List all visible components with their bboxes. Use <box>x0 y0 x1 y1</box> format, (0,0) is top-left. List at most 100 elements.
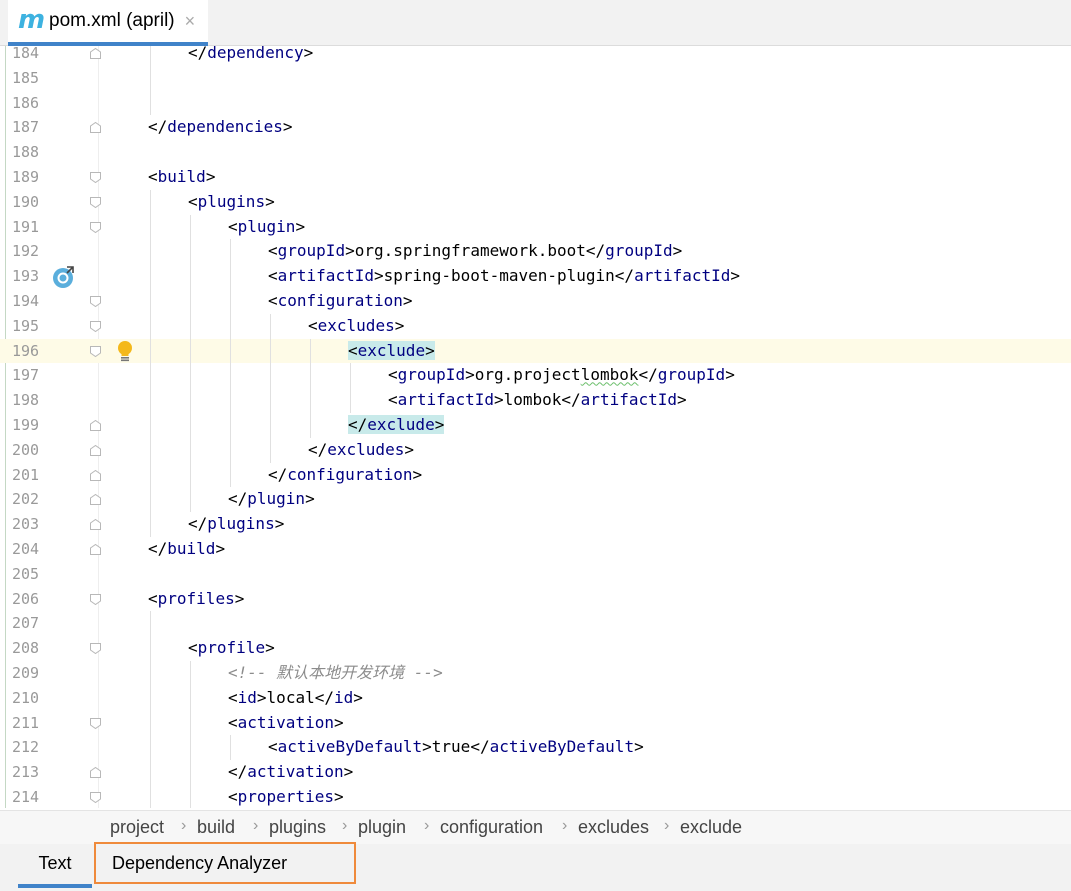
line-number: 208 <box>12 639 40 658</box>
xml-punctuation: > <box>345 241 355 261</box>
code-line[interactable]: 199 </exclude> <box>0 413 1071 438</box>
lightbulb-icon[interactable] <box>116 340 134 364</box>
code-line[interactable]: 202 </plugin> <box>0 487 1071 512</box>
xml-tag-name: dependency <box>207 46 304 62</box>
fold-marker-icon[interactable] <box>89 543 102 556</box>
code-line[interactable]: 193 <artifactId>spring-boot-maven-plugin<… <box>0 264 1071 289</box>
line-number: 191 <box>12 217 40 236</box>
xml-punctuation: </ <box>148 539 168 558</box>
code-line[interactable]: 185 <box>0 66 1071 91</box>
editor-tab-pom[interactable]: m pom.xml (april) × <box>8 0 208 46</box>
xml-punctuation: > <box>422 737 432 757</box>
xml-punctuation: < <box>308 315 318 335</box>
line-number: 193 <box>12 267 40 286</box>
close-icon[interactable]: × <box>185 11 196 32</box>
code-line[interactable]: 190 <plugins> <box>0 190 1071 215</box>
xml-tag-name: configuration <box>287 464 413 484</box>
xml-punctuation: < <box>148 588 158 608</box>
fold-marker-icon[interactable] <box>89 121 102 134</box>
xml-punctuation: </ <box>148 117 168 137</box>
code-line[interactable]: 200 </excludes> <box>0 438 1071 463</box>
code-editor[interactable]: 184 </dependency> 185 186 187 </dependencies>… <box>0 46 1071 808</box>
code-line[interactable]: 197 <groupId>org.projectlombok</groupId> <box>0 363 1071 388</box>
code-line[interactable]: 195 <excludes> <box>0 314 1071 339</box>
code-line[interactable]: 189 <build> <box>0 165 1071 190</box>
fold-marker-icon[interactable] <box>89 444 102 457</box>
spring-boot-run-icon[interactable] <box>52 265 76 289</box>
fold-marker-icon[interactable] <box>89 171 102 184</box>
code-line[interactable]: 211 <activation> <box>0 711 1071 736</box>
line-number: 207 <box>12 614 40 633</box>
breadcrumb-separator-icon: › <box>342 817 348 834</box>
code-line[interactable]: 203 </plugins> <box>0 512 1071 537</box>
indent-guide <box>190 214 191 513</box>
line-number: 212 <box>12 738 40 757</box>
code-line[interactable]: 214 <properties> <box>0 785 1071 808</box>
fold-marker-icon[interactable] <box>89 345 102 358</box>
bottom-tab-bar: Text Dependency Analyzer <box>0 842 1071 891</box>
xml-tag-name: exclude <box>357 340 426 360</box>
fold-marker-icon[interactable] <box>89 295 102 308</box>
code-line[interactable]: 206 <profiles> <box>0 587 1071 612</box>
code-line[interactable]: 201 </configuration> <box>0 463 1071 488</box>
breadcrumb-item-plugins[interactable]: plugins <box>269 817 326 838</box>
fold-marker-icon[interactable] <box>89 221 102 234</box>
code-line[interactable]: 186 <box>0 91 1071 116</box>
code-line[interactable]: 196 <exclude> <box>0 338 1071 364</box>
indent-guide <box>150 189 151 537</box>
xml-punctuation: > <box>465 365 475 385</box>
code-line[interactable]: 208 <profile> <box>0 636 1071 661</box>
tab-dependency-analyzer[interactable]: Dependency Analyzer <box>94 842 356 884</box>
code-line[interactable]: 188 <box>0 140 1071 165</box>
fold-marker-icon[interactable] <box>89 320 102 333</box>
breadcrumb-item-exclude[interactable]: exclude <box>680 817 742 838</box>
code-line[interactable]: 212 <activeByDefault>true</activeByDefaul… <box>0 735 1071 760</box>
fold-marker-icon[interactable] <box>89 717 102 730</box>
breadcrumb-item-excludes[interactable]: excludes <box>578 817 649 838</box>
line-number: 189 <box>12 168 40 186</box>
code-line[interactable]: 194 <configuration> <box>0 289 1071 314</box>
fold-marker-icon[interactable] <box>89 518 102 531</box>
xml-tag-name: artifactId <box>634 266 731 286</box>
xml-tag-name: activation <box>237 712 334 732</box>
breadcrumb-separator-icon: › <box>181 817 187 834</box>
breadcrumb-item-plugin[interactable]: plugin <box>358 817 406 838</box>
code-line[interactable]: 209 <!-- 默认本地开发环境 --> <box>0 661 1071 686</box>
fold-marker-icon[interactable] <box>89 196 102 209</box>
fold-marker-icon[interactable] <box>89 469 102 482</box>
fold-marker-icon[interactable] <box>89 419 102 432</box>
breadcrumb-item-build[interactable]: build <box>197 817 235 838</box>
xml-punctuation: </ <box>561 390 581 410</box>
code-line[interactable]: 198 <artifactId>lombok</artifactId> <box>0 388 1071 413</box>
code-line[interactable]: 213 </activation> <box>0 760 1071 785</box>
xml-punctuation: </ <box>228 489 248 509</box>
code-line[interactable]: 184 </dependency> <box>0 46 1071 66</box>
line-number: 192 <box>12 242 40 261</box>
xml-tag-name: artifactId <box>277 266 374 286</box>
fold-marker-icon[interactable] <box>89 593 102 606</box>
code-line[interactable]: 205 <box>0 562 1071 587</box>
code-line[interactable]: 187 </dependencies> <box>0 115 1071 140</box>
xml-punctuation: > <box>215 539 226 558</box>
code-line[interactable]: 204 </build> <box>0 537 1071 562</box>
code-line[interactable]: 207 <box>0 611 1071 636</box>
fold-marker-icon[interactable] <box>89 791 102 804</box>
fold-marker-icon[interactable] <box>89 493 102 506</box>
code-line[interactable]: 210 <id>local</id> <box>0 686 1071 711</box>
xml-text: true <box>431 737 471 757</box>
breadcrumb-item-project[interactable]: project <box>110 817 164 838</box>
breadcrumb-item-configuration[interactable]: configuration <box>440 817 543 838</box>
xml-punctuation: > <box>274 514 285 534</box>
fold-marker-icon[interactable] <box>89 766 102 779</box>
code-line[interactable]: 192 <groupId>org.springframework.boot</gr… <box>0 239 1071 264</box>
fold-marker-icon[interactable] <box>89 642 102 655</box>
tab-text[interactable]: Text <box>18 844 92 888</box>
xml-punctuation: > <box>730 266 741 286</box>
indent-guide <box>230 239 231 488</box>
xml-tag-name: plugin <box>237 216 296 236</box>
xml-punctuation: > <box>295 216 306 236</box>
xml-punctuation: > <box>333 712 344 732</box>
fold-marker-icon[interactable] <box>89 47 102 60</box>
line-number: 214 <box>12 788 40 806</box>
code-line[interactable]: 191 <plugin> <box>0 215 1071 240</box>
